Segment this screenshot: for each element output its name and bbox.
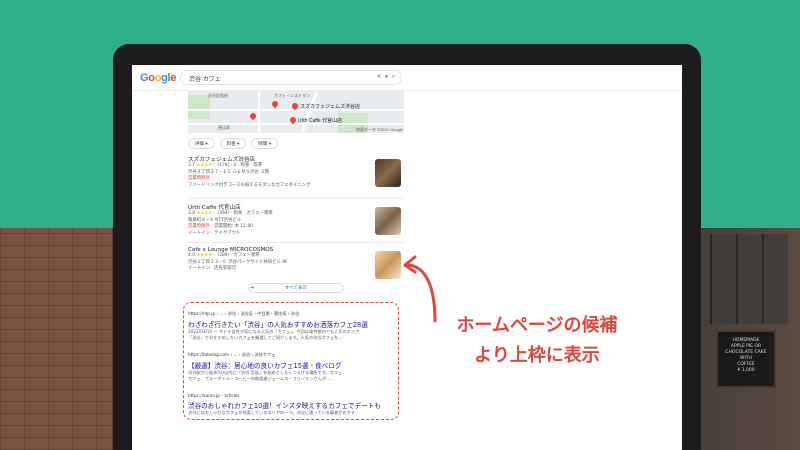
place-photo[interactable] — [375, 159, 401, 187]
filter-label: 評価 — [195, 142, 204, 147]
map-pin-icon[interactable] — [248, 111, 258, 121]
place-meta: (176) · 0 · 和食 · 喫茶 — [217, 163, 263, 168]
place-description: フリードリンク付きコースも揃えるモダンなカフェダイニング — [188, 182, 311, 188]
search-input[interactable]: 渋谷 カフェ ✕ ● ⌕ — [180, 70, 402, 85]
callout-line-1: ホームページの候補 — [456, 315, 618, 336]
map-park — [188, 95, 210, 119]
map-road — [258, 91, 260, 133]
place-opening: · 営業開始: 木 11:00 — [209, 224, 254, 229]
place-meta: (394) · 和食 · カフェ・喫茶 — [217, 211, 273, 216]
filter-hours[interactable]: 時間 ▾ — [251, 138, 279, 149]
background-window — [710, 234, 788, 324]
place-rating: 4.0 — [188, 253, 195, 258]
map-road — [188, 109, 404, 111]
local-result[interactable]: スズカフェジェムズ渋谷店 3.7 ★★★★☆ (176) · 0 · 和食 · … — [188, 155, 404, 199]
map-label: Urth Caffe 代官山店 — [298, 118, 343, 124]
filter-label: 時間 — [258, 142, 268, 147]
place-photo[interactable] — [375, 207, 401, 235]
place-name: スズカフェジェムズ渋谷店 — [188, 157, 256, 163]
filter-rating[interactable]: 評価 ▾ — [188, 138, 215, 149]
place-status: 営業時間外 — [188, 224, 210, 229]
google-search-header: Google 渋谷 カフェ ✕ ● ⌕ — [132, 65, 682, 91]
map-label: 恵比寿 — [218, 125, 230, 130]
clear-icon[interactable]: ✕ — [376, 74, 381, 80]
map-label: スズカフェジェムズ渋谷店 — [300, 104, 361, 110]
search-icon[interactable]: ⌕ — [392, 74, 395, 80]
local-result[interactable]: Cafe x Lounge MICROCOSMOS 4.0 ★★★★☆ (289… — [188, 247, 404, 283]
background-brick-wall — [0, 228, 112, 450]
filter-bar: 評価 ▾ 料金 ▾ 時間 ▾ — [188, 138, 279, 149]
search-query: 渋谷 カフェ — [189, 77, 221, 83]
place-meta: (289) · カフェ・喫茶 — [217, 253, 260, 258]
chalkboard-line: ¥ 1,000 — [737, 368, 755, 373]
star-rating-icon: ★★★★☆ — [196, 211, 217, 216]
microphone-icon[interactable]: ● — [385, 74, 389, 80]
place-rating: 3.8 — [188, 211, 195, 216]
background-chalkboard: HOMEMADE APPLE PIE OR CHOCOLATE CAKE WIT… — [716, 330, 776, 388]
place-description: イートイン · 店先受取可 — [188, 266, 237, 271]
highlight-frame — [183, 302, 399, 420]
local-result[interactable]: Urth Caffe 代官山店 3.8 ★★★★☆ (394) · 和食 · カ… — [188, 203, 404, 243]
place-rating: 3.7 — [188, 163, 195, 168]
show-all-button[interactable]: すべて表示 — [248, 283, 344, 293]
place-description: イートイン · テイクアウト — [188, 230, 241, 236]
google-logo[interactable]: Google — [140, 72, 176, 84]
map-pin-icon[interactable] — [270, 99, 280, 109]
logo-letter: e — [170, 72, 177, 84]
filter-price[interactable]: 料金 ▾ — [219, 138, 247, 149]
map-attribution: 地図データ ©2021 Google — [356, 127, 403, 132]
star-rating-icon: ★★★★☆ — [196, 253, 217, 258]
map-preview[interactable]: 渋谷区役所 カフェ・レストラン スズカフェジェムズ渋谷店 Urth Caffe … — [188, 91, 404, 133]
place-name: Urth Caffe 代官山店 — [188, 205, 241, 211]
star-rating-icon: ★★★★☆ — [196, 163, 217, 168]
map-label: 渋谷区役所 — [208, 93, 228, 98]
filter-label: 料金 — [226, 142, 236, 147]
callout-line-2: より上枠に表示 — [474, 345, 600, 366]
annotation-callout: ホームページの候補 より上枠に表示 — [432, 311, 642, 371]
map-label: カフェ・レストラン — [274, 93, 310, 98]
